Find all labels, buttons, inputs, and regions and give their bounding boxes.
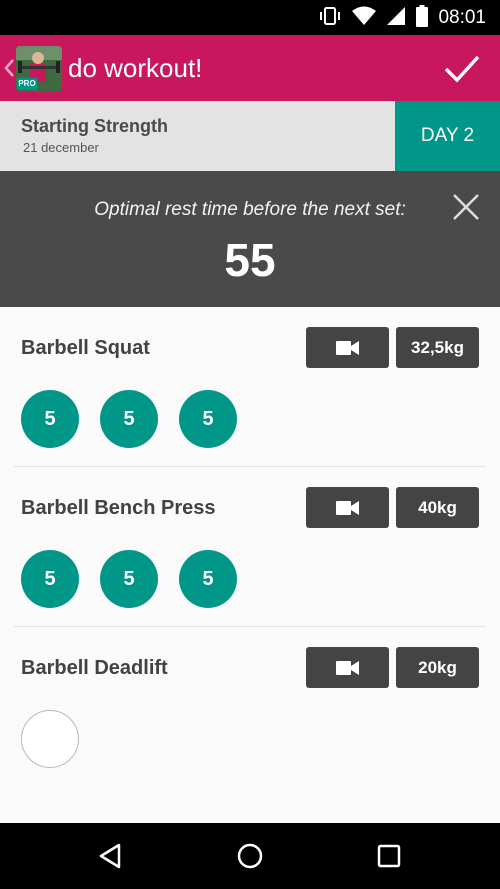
sets-row: 5 5 5 bbox=[21, 550, 237, 608]
signal-icon bbox=[386, 6, 406, 30]
video-button[interactable] bbox=[306, 647, 389, 688]
status-bar: 08:01 bbox=[0, 0, 500, 35]
video-button[interactable] bbox=[306, 487, 389, 528]
home-icon[interactable] bbox=[234, 840, 266, 872]
back-chevron-icon[interactable] bbox=[3, 54, 15, 82]
rest-timer-panel: Optimal rest time before the next set: 5… bbox=[0, 171, 500, 307]
set-rep-button[interactable]: 5 bbox=[100, 390, 158, 448]
set-rep-button[interactable]: 5 bbox=[21, 550, 79, 608]
video-button[interactable] bbox=[306, 327, 389, 368]
set-rep-button[interactable] bbox=[21, 710, 79, 768]
set-rep-button[interactable]: 5 bbox=[179, 390, 237, 448]
exercise-card: Barbell Deadlift 20kg bbox=[0, 627, 500, 787]
app-bar: PRO do workout! bbox=[0, 35, 500, 101]
sets-row: 5 5 5 bbox=[21, 390, 237, 448]
video-camera-icon bbox=[335, 660, 359, 675]
status-time: 08:01 bbox=[438, 6, 486, 28]
wifi-icon bbox=[352, 6, 377, 30]
back-icon[interactable] bbox=[95, 840, 127, 872]
set-rep-button[interactable]: 5 bbox=[179, 550, 237, 608]
close-icon[interactable] bbox=[452, 193, 480, 221]
weight-button[interactable]: 40kg bbox=[396, 487, 479, 528]
app-logo[interactable]: PRO bbox=[16, 46, 62, 92]
program-date: 21 december bbox=[23, 140, 99, 155]
set-rep-button[interactable]: 5 bbox=[100, 550, 158, 608]
set-rep-button[interactable]: 5 bbox=[21, 390, 79, 448]
rest-timer-countdown: 55 bbox=[224, 234, 276, 286]
weight-button[interactable]: 32,5kg bbox=[396, 327, 479, 368]
vibrate-icon bbox=[318, 6, 342, 30]
checkmark-icon[interactable] bbox=[442, 49, 482, 89]
pro-badge: PRO bbox=[18, 79, 36, 88]
sets-row bbox=[21, 710, 79, 768]
weight-button[interactable]: 20kg bbox=[396, 647, 479, 688]
video-camera-icon bbox=[335, 500, 359, 515]
exercise-name: Barbell Bench Press bbox=[21, 497, 216, 519]
video-camera-icon bbox=[335, 340, 359, 355]
page-title: do workout! bbox=[68, 53, 203, 83]
exercise-name: Barbell Deadlift bbox=[21, 657, 168, 679]
day-badge[interactable]: DAY 2 bbox=[395, 101, 500, 171]
program-header: Starting Strength 21 december DAY 2 bbox=[0, 101, 500, 171]
exercise-card: Barbell Squat 32,5kg 5 5 5 bbox=[0, 307, 500, 467]
rest-timer-label: Optimal rest time before the next set: bbox=[94, 199, 406, 220]
battery-icon bbox=[416, 4, 429, 31]
exercise-name: Barbell Squat bbox=[21, 337, 150, 359]
program-name: Starting Strength bbox=[21, 116, 168, 136]
recents-icon[interactable] bbox=[373, 840, 405, 872]
exercise-card: Barbell Bench Press 40kg 5 5 5 bbox=[0, 467, 500, 627]
system-nav-bar bbox=[0, 823, 500, 889]
